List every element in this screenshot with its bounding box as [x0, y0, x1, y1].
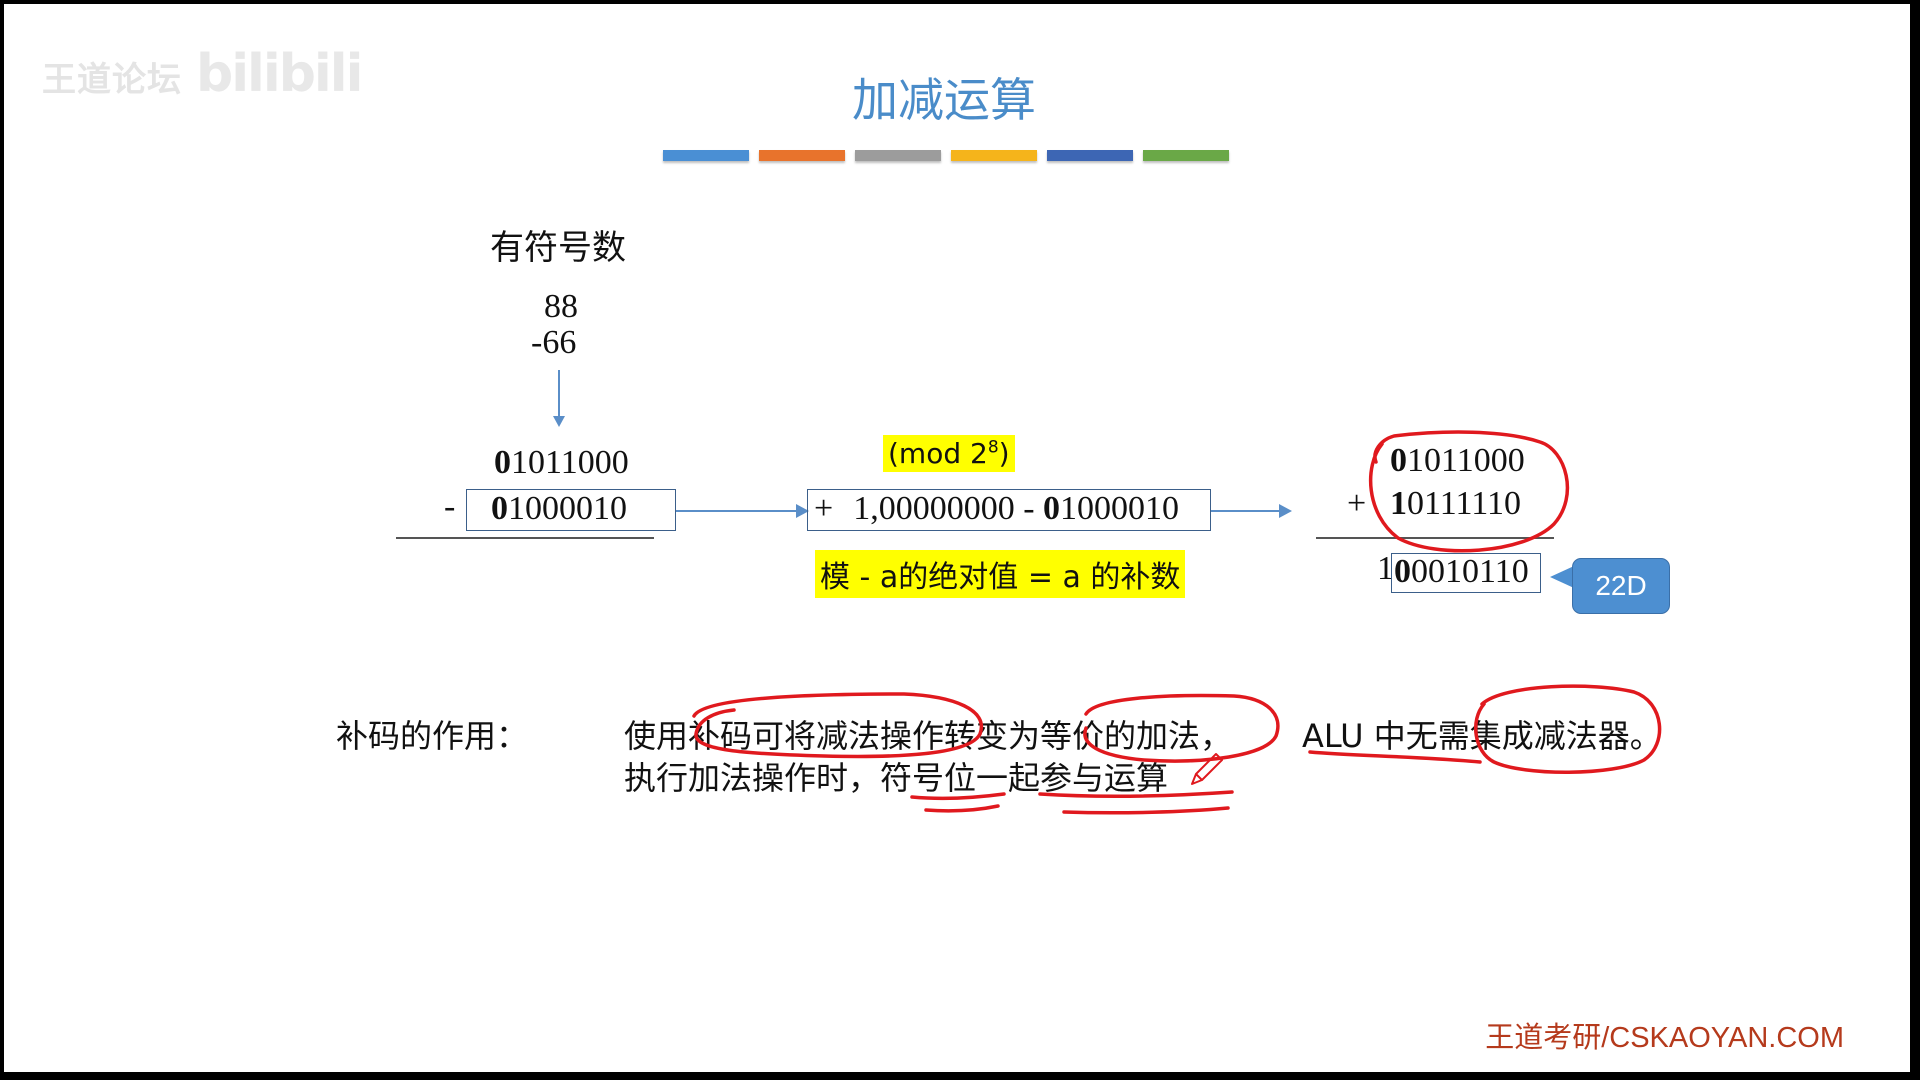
- decimal-neg66: -66: [531, 324, 577, 361]
- binary-88-right: 01011000: [1390, 442, 1525, 480]
- binary-digits: 1011000: [511, 444, 629, 481]
- binary-digits: 1011000: [1407, 442, 1525, 479]
- ink-annotations: [692, 430, 1662, 815]
- down-arrow-head-icon: [553, 416, 565, 427]
- decimal-88: 88: [544, 288, 578, 325]
- binary-66-box: 01000010: [466, 489, 676, 531]
- sum-line-left: [396, 537, 654, 539]
- accent-bars: [663, 150, 1229, 161]
- mod-text: (mod 2: [888, 437, 988, 470]
- sign-bit: 0: [1394, 553, 1411, 590]
- sum-line-right: [1316, 537, 1554, 539]
- down-arrow-line: [558, 370, 560, 418]
- accent-bar: [855, 150, 941, 161]
- accent-bar: [1143, 150, 1229, 161]
- purpose-line-1b: ALU 中无需集成减法器。: [1302, 717, 1662, 755]
- result-box: 00010110: [1391, 553, 1541, 593]
- accent-bar: [759, 150, 845, 161]
- accent-bar: [1047, 150, 1133, 161]
- sign-bit: 0: [491, 490, 508, 527]
- sign-bit: 0: [1043, 490, 1061, 527]
- complement-note: 模 - a的绝对值 = a 的补数: [815, 550, 1186, 598]
- binary-digits: 1000010: [508, 490, 627, 527]
- slide-title: 加减运算: [852, 73, 1036, 127]
- complement-expression-box: +1,00000000 - 01000010: [807, 489, 1211, 531]
- sign-bit: 1: [1390, 485, 1407, 522]
- binary-neg66-complement: 10111110: [1390, 485, 1521, 523]
- purpose-line-1a: 使用补码可将减法操作转变为等价的加法，: [624, 717, 1233, 755]
- binary-digits: 0010110: [1411, 553, 1529, 590]
- pen-cursor-icon: [1191, 753, 1223, 785]
- accent-bar: [663, 150, 749, 161]
- complement-purpose-label: 补码的作用：: [336, 717, 529, 755]
- right-arrow-icon: [1279, 504, 1292, 518]
- modulus-value: 1,00000000 -: [853, 490, 1044, 527]
- sign-bit: 0: [1390, 442, 1407, 479]
- signed-number-heading: 有符号数: [490, 228, 626, 268]
- binary-digits: 1000010: [1060, 490, 1180, 527]
- slide: 王道论坛 bilibili 加减运算 有符号数 88 -66 01011000 -…: [4, 4, 1910, 1072]
- sign-bit: 0: [494, 444, 511, 481]
- callout-22d: 22D: [1572, 558, 1670, 614]
- arrow-line-2: [1211, 510, 1281, 512]
- callout-tail: [1550, 566, 1574, 588]
- arrow-line-1: [676, 510, 798, 512]
- binary-88: 01011000: [494, 444, 629, 482]
- ink-underline-together-2: [1062, 806, 1230, 815]
- ink-underline-sign-bit-2: [924, 804, 1000, 813]
- mod-close: ): [998, 437, 1010, 470]
- minus-sign: -: [444, 488, 456, 525]
- purpose-line-2: 执行加法操作时，符号位一起参与运算: [624, 759, 1169, 797]
- mod-label: (mod 28): [883, 435, 1015, 472]
- plus-sign: +: [814, 490, 834, 527]
- plus-sign: +: [1347, 485, 1367, 522]
- mod-exponent: 8: [987, 437, 999, 458]
- accent-bar: [951, 150, 1037, 161]
- footer-brand: 王道考研/CSKAOYAN.COM: [1485, 1022, 1844, 1054]
- binary-digits: 0111110: [1407, 485, 1521, 522]
